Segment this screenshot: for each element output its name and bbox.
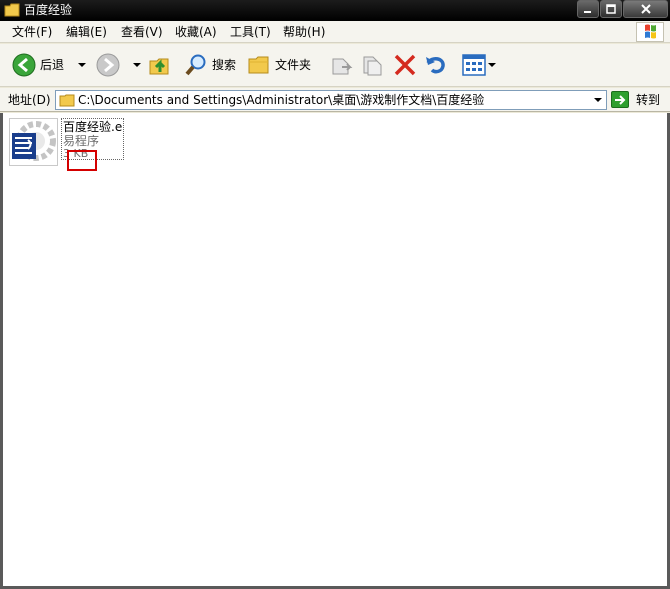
address-dropdown[interactable] xyxy=(589,91,606,109)
maximize-button[interactable] xyxy=(600,0,622,18)
menu-file[interactable]: 文件(F) xyxy=(12,24,52,40)
folder-icon xyxy=(4,3,20,17)
menu-favorites[interactable]: 收藏(A) xyxy=(175,24,217,40)
window-frame-left xyxy=(0,113,3,589)
address-label: 地址(D) xyxy=(8,93,51,107)
move-to-button[interactable] xyxy=(330,53,354,77)
close-icon xyxy=(640,4,651,14)
menu-view[interactable]: 查看(V) xyxy=(121,24,163,40)
undo-button[interactable] xyxy=(424,53,448,77)
windows-logo xyxy=(636,22,664,42)
back-arrow-icon xyxy=(12,53,36,77)
title-bar[interactable]: 百度经验 xyxy=(0,0,670,21)
folder-icon xyxy=(59,94,75,107)
address-path: C:\Documents and Settings\Administrator\… xyxy=(78,93,485,107)
go-button[interactable]: 转到 xyxy=(611,91,660,108)
copy-to-icon xyxy=(363,56,382,76)
view-grid-icon xyxy=(462,54,486,76)
chevron-down-icon xyxy=(593,98,602,102)
up-folder-button[interactable] xyxy=(148,53,172,77)
caption-buttons xyxy=(577,0,668,18)
file-type: 易程序 xyxy=(63,134,100,148)
views-button[interactable] xyxy=(462,54,496,76)
up-folder-icon xyxy=(149,58,169,75)
delete-button[interactable] xyxy=(393,53,417,77)
toolbar: 后退 搜索 文件夹 xyxy=(0,44,670,87)
file-item[interactable]: 百度经验.e 易程序 3 KB xyxy=(9,118,124,171)
minimize-icon xyxy=(584,11,591,13)
go-arrow-icon xyxy=(611,91,629,108)
folders-button[interactable]: 文件夹 xyxy=(247,53,311,77)
windows-flag-icon xyxy=(645,24,656,39)
window-title: 百度经验 xyxy=(24,3,73,17)
red-highlight-box xyxy=(67,150,97,171)
minimize-button[interactable] xyxy=(577,0,599,18)
folder-icon xyxy=(248,56,269,74)
delete-x-icon xyxy=(394,54,416,76)
search-button[interactable]: 搜索 xyxy=(184,53,236,77)
explorer-window: 百度经验 文件(F) 编辑(E) 查看(V) 收藏(A) 工具(T) 帮助(H) xyxy=(0,0,670,589)
undo-icon xyxy=(426,57,445,74)
chevron-down-icon xyxy=(133,63,141,67)
menu-tools[interactable]: 工具(T) xyxy=(230,24,271,40)
close-button[interactable] xyxy=(623,0,668,18)
file-list-pane[interactable]: 百度经验.e 易程序 3 KB xyxy=(3,113,667,586)
forward-button[interactable] xyxy=(96,53,120,77)
back-label: 后退 xyxy=(40,58,65,72)
folders-label: 文件夹 xyxy=(275,58,312,72)
back-button[interactable]: 后退 xyxy=(12,53,64,77)
forward-dropdown[interactable] xyxy=(133,63,141,67)
go-label: 转到 xyxy=(636,92,661,107)
menu-edit[interactable]: 编辑(E) xyxy=(66,24,107,40)
chevron-down-icon xyxy=(78,63,86,67)
address-bar: 地址(D) C:\Documents and Settings\Administ… xyxy=(0,88,670,112)
address-input[interactable]: C:\Documents and Settings\Administrator\… xyxy=(55,90,607,110)
e-language-file-icon xyxy=(9,118,58,166)
forward-arrow-icon xyxy=(96,53,120,77)
menu-bar: 文件(F) 编辑(E) 查看(V) 收藏(A) 工具(T) 帮助(H) xyxy=(0,21,670,43)
menu-help[interactable]: 帮助(H) xyxy=(283,24,325,40)
search-label: 搜索 xyxy=(212,58,237,72)
copy-to-button[interactable] xyxy=(360,53,384,77)
search-icon xyxy=(185,54,206,76)
maximize-icon xyxy=(606,4,616,14)
back-dropdown[interactable] xyxy=(78,63,86,67)
move-to-icon xyxy=(332,58,353,75)
file-name: 百度经验.e xyxy=(63,120,123,134)
chevron-down-icon xyxy=(488,63,496,67)
